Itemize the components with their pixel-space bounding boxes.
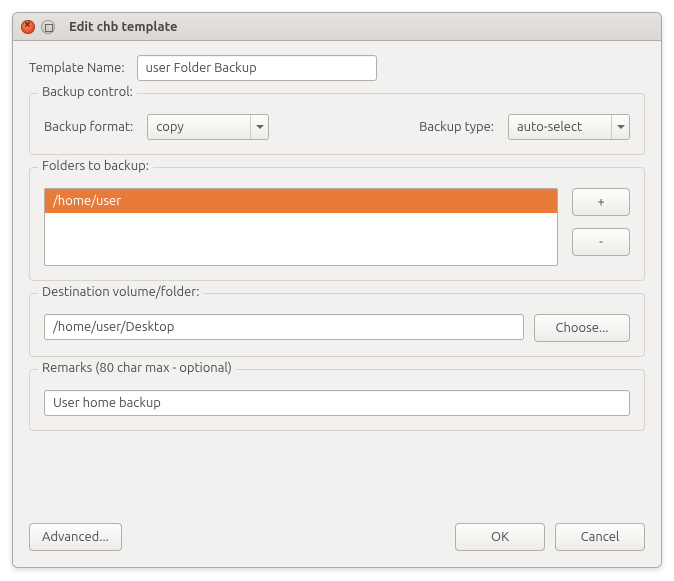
folders-group: Folders to backup: /home/user + - bbox=[29, 167, 645, 281]
remove-folder-button[interactable]: - bbox=[572, 228, 630, 256]
dialog-footer: Advanced... OK Cancel bbox=[29, 523, 645, 551]
backup-control-legend: Backup control: bbox=[38, 85, 137, 99]
backup-type-label: Backup type: bbox=[419, 120, 494, 134]
template-name-label: Template Name: bbox=[29, 61, 125, 75]
cancel-button[interactable]: Cancel bbox=[555, 523, 645, 551]
chevron-down-icon bbox=[611, 115, 629, 139]
destination-legend: Destination volume/folder: bbox=[38, 285, 203, 299]
list-item[interactable]: /home/user bbox=[45, 189, 557, 213]
ok-button[interactable]: OK bbox=[455, 523, 545, 551]
backup-format-select[interactable]: copy bbox=[147, 114, 269, 140]
restore-icon[interactable] bbox=[41, 20, 55, 34]
close-icon[interactable] bbox=[21, 20, 35, 34]
folders-listbox[interactable]: /home/user bbox=[44, 188, 558, 266]
backup-control-group: Backup control: Backup format: copy Back… bbox=[29, 93, 645, 155]
dialog-window: Edit chb template Template Name: Backup … bbox=[12, 12, 662, 568]
backup-format-value: copy bbox=[148, 120, 250, 134]
destination-group: Destination volume/folder: Choose... bbox=[29, 293, 645, 357]
folders-legend: Folders to backup: bbox=[38, 159, 153, 173]
remarks-group: Remarks (80 char max - optional) bbox=[29, 369, 645, 431]
remarks-legend: Remarks (80 char max - optional) bbox=[38, 361, 236, 375]
backup-type-value: auto-select bbox=[509, 120, 611, 134]
titlebar[interactable]: Edit chb template bbox=[13, 13, 661, 41]
backup-type-select[interactable]: auto-select bbox=[508, 114, 630, 140]
chevron-down-icon bbox=[250, 115, 268, 139]
backup-format-label: Backup format: bbox=[44, 120, 133, 134]
choose-button[interactable]: Choose... bbox=[534, 314, 630, 342]
dialog-body: Template Name: Backup control: Backup fo… bbox=[13, 41, 661, 567]
add-folder-button[interactable]: + bbox=[572, 188, 630, 216]
advanced-button[interactable]: Advanced... bbox=[29, 523, 122, 551]
destination-input[interactable] bbox=[44, 314, 524, 340]
window-title: Edit chb template bbox=[69, 20, 177, 34]
remarks-input[interactable] bbox=[44, 390, 630, 416]
template-name-row: Template Name: bbox=[29, 55, 645, 81]
template-name-input[interactable] bbox=[137, 55, 377, 81]
